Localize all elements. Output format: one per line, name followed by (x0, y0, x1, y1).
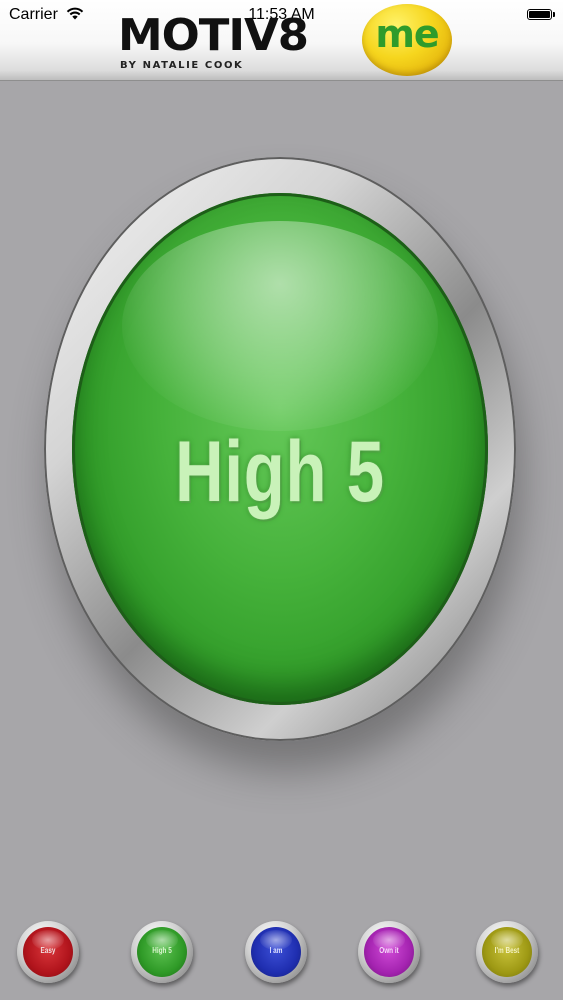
app-header: Carrier 11:53 AM MOTIV8 BY NATALIE COOK … (0, 0, 563, 81)
own-it-button-face: Own it (364, 927, 414, 977)
easy-button-label: Easy (40, 946, 56, 955)
easy-button-face: Easy (23, 927, 73, 977)
main-button-label: High 5 (175, 424, 385, 520)
main-motivation-button[interactable]: High 5 (44, 157, 516, 741)
logo-badge-text: me (375, 12, 439, 56)
main-button-face: High 5 (72, 193, 488, 705)
i-am-button[interactable]: I am (245, 921, 307, 983)
im-best-button[interactable]: I'm Best (476, 921, 538, 983)
main-button-gloss (122, 221, 438, 431)
own-it-button[interactable]: Own it (358, 921, 420, 983)
i-am-button-label: I am (269, 946, 283, 955)
logo-subtitle: BY NATALIE COOK (120, 60, 244, 71)
logo-wordmark: MOTIV8 (118, 10, 309, 61)
high-5-button[interactable]: High 5 (131, 921, 193, 983)
im-best-button-label: I'm Best (494, 946, 520, 955)
high-5-button-face: High 5 (137, 927, 187, 977)
easy-button[interactable]: Easy (17, 921, 79, 983)
battery-icon (527, 9, 555, 20)
own-it-button-label: Own it (379, 946, 399, 955)
app-logo: MOTIV8 BY NATALIE COOK me (118, 2, 458, 76)
i-am-button-face: I am (251, 927, 301, 977)
im-best-button-face: I'm Best (482, 927, 532, 977)
logo-badge: me (362, 4, 452, 76)
high-5-button-label: High 5 (152, 946, 172, 955)
